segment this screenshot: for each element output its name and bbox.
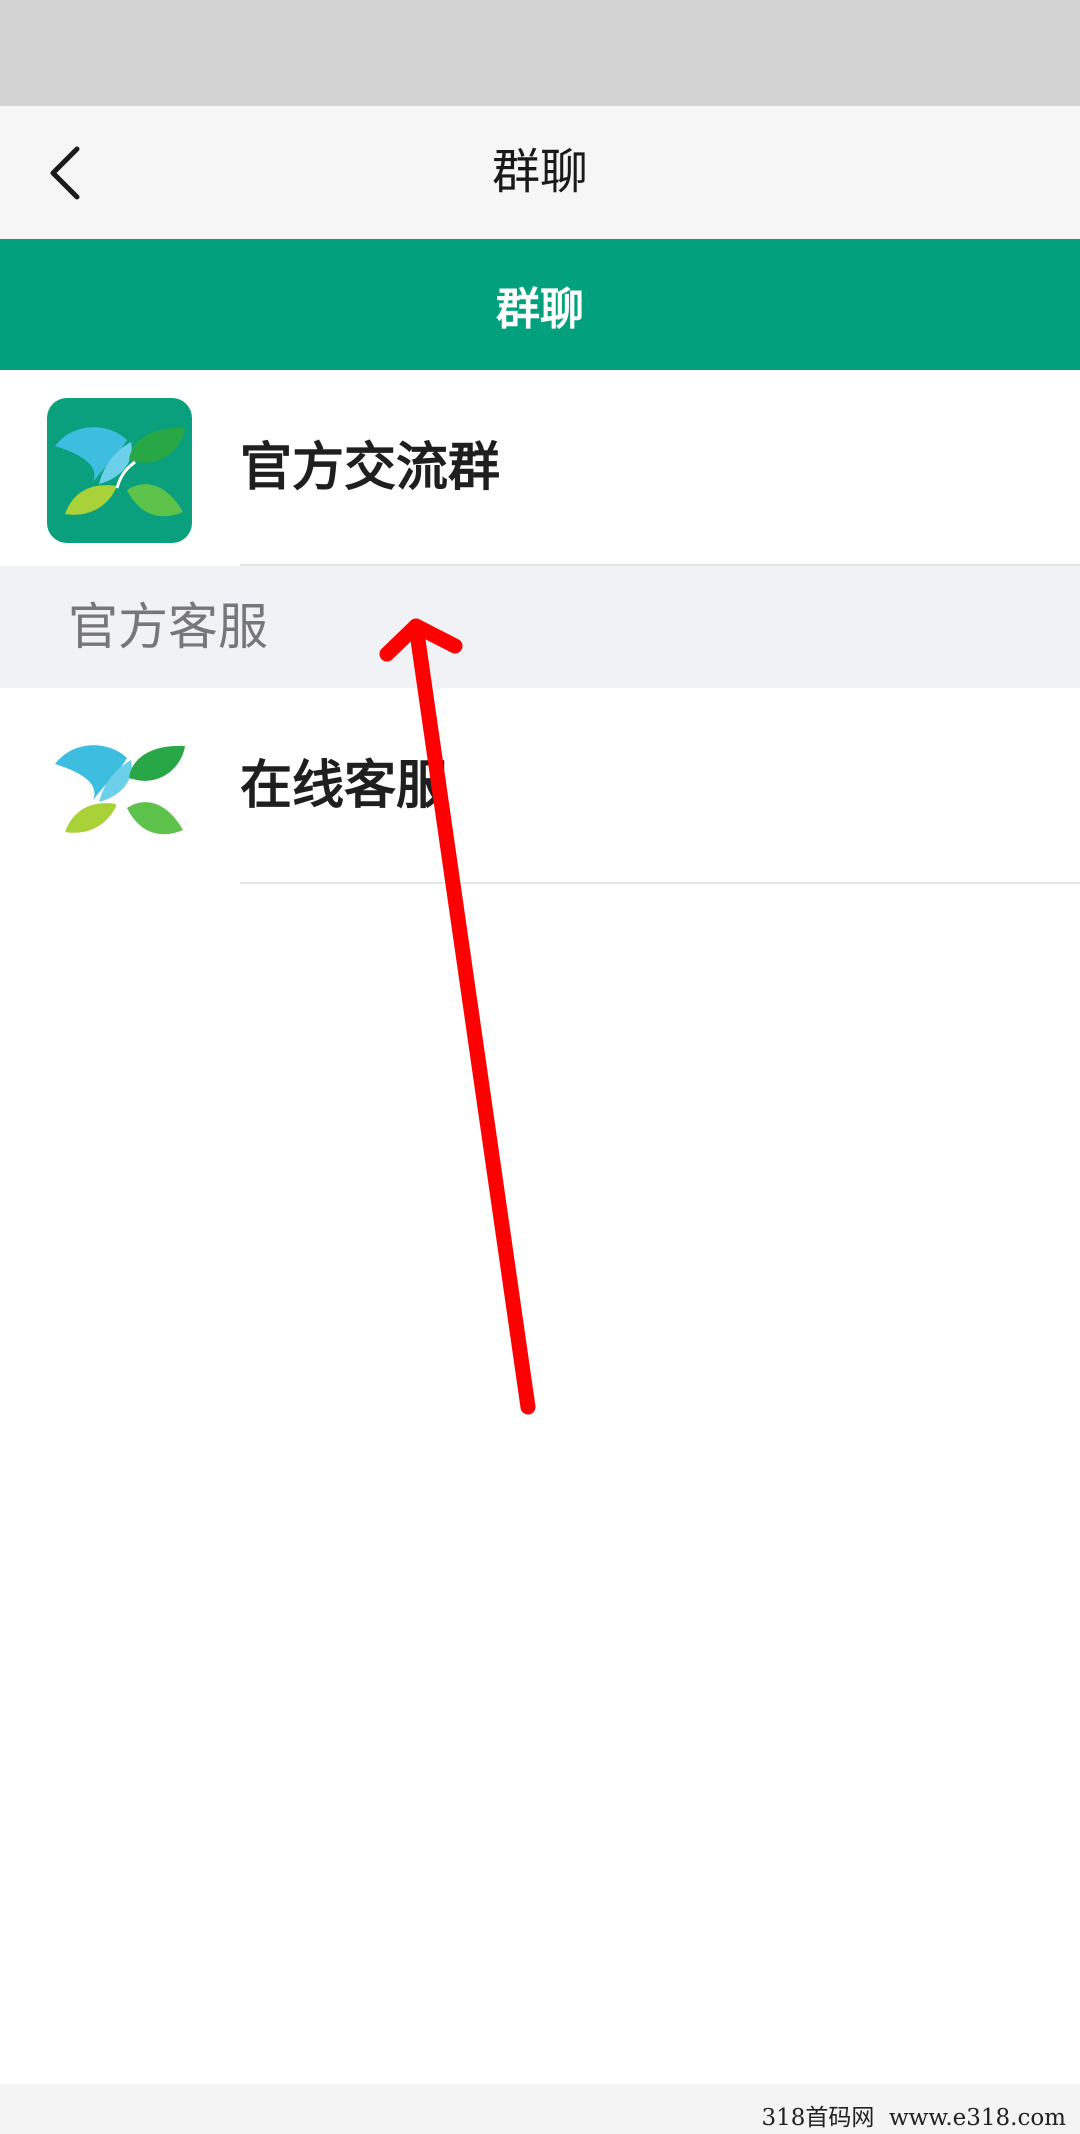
service-title: 在线客服 [240,756,449,816]
list-item-online-service[interactable]: 在线客服 [0,688,1080,884]
avatar [47,398,192,543]
status-bar [0,0,1080,106]
group-title: 官方交流群 [240,438,501,498]
group-chat-banner: 群聊 [0,239,1080,370]
section-header-official-service: 官方客服 [0,566,1080,688]
chevron-left-icon [50,146,80,200]
page-title: 群聊 [491,144,588,200]
section-label: 官方客服 [68,598,268,656]
leaf-logo-icon [55,745,185,835]
avatar [47,716,192,861]
leaf-logo-icon [55,427,185,517]
watermark-text: 318首码网 www.e318.com [761,2105,1066,2131]
banner-label: 群聊 [496,283,584,335]
navigation-bar: 群聊 [0,106,1080,239]
row-divider [240,882,1080,884]
list-item-official-group[interactable]: 官方交流群 [0,370,1080,566]
back-button[interactable] [30,134,100,212]
